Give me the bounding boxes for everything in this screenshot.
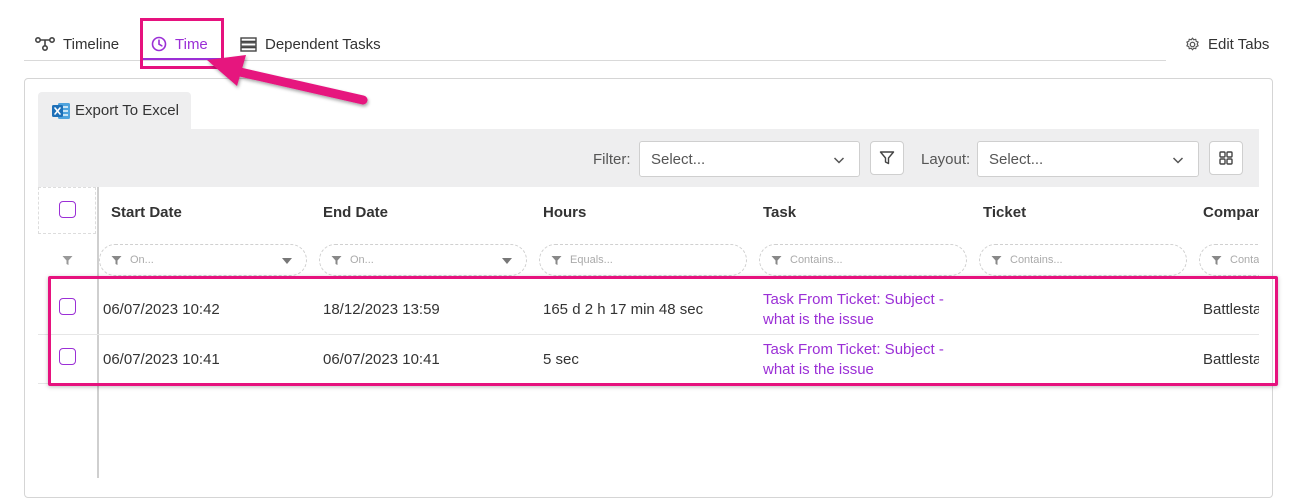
filter-company-clip: Contains... bbox=[1195, 244, 1259, 276]
filter-icon bbox=[111, 256, 122, 265]
layout-label: Layout: bbox=[921, 151, 971, 168]
export-to-excel-label: Export To Excel bbox=[75, 102, 179, 119]
tab-timeline[interactable]: Timeline bbox=[35, 30, 119, 58]
row-filter-icon bbox=[62, 256, 73, 265]
filter-end-date[interactable]: On... bbox=[319, 244, 527, 276]
timeline-icon bbox=[35, 37, 55, 52]
filter-company-placeholder: Contains... bbox=[1230, 254, 1259, 266]
column-header-company[interactable]: Company bbox=[1203, 204, 1259, 221]
chevron-down-icon bbox=[1172, 157, 1184, 164]
caret-down-icon bbox=[502, 258, 512, 264]
filter-hours[interactable]: Equals... bbox=[539, 244, 747, 276]
filter-company[interactable]: Contains... bbox=[1199, 244, 1259, 276]
export-to-excel-button[interactable]: Export To Excel bbox=[38, 92, 191, 129]
filter-task-placeholder: Contains... bbox=[790, 254, 843, 266]
annotation-highlight-rows bbox=[48, 276, 1278, 386]
annotation-arrow bbox=[207, 55, 368, 105]
column-header-hours[interactable]: Hours bbox=[543, 204, 586, 221]
column-header-ticket[interactable]: Ticket bbox=[983, 204, 1026, 221]
excel-icon bbox=[52, 102, 70, 119]
column-header-start-date[interactable]: Start Date bbox=[111, 204, 182, 221]
column-header-company-clip: Company bbox=[1195, 204, 1259, 224]
filter-select[interactable]: Select... bbox=[639, 141, 860, 177]
layout-options-button[interactable] bbox=[1209, 141, 1243, 175]
gear-icon bbox=[1186, 37, 1199, 51]
filter-hours-placeholder: Equals... bbox=[570, 254, 613, 266]
grid-layout-icon bbox=[1219, 151, 1233, 165]
column-header-task[interactable]: Task bbox=[763, 204, 796, 221]
filter-icon bbox=[1211, 256, 1222, 265]
edit-tabs-label: Edit Tabs bbox=[1208, 36, 1270, 53]
column-header-end-date[interactable]: End Date bbox=[323, 204, 388, 221]
filter-start-date[interactable]: On... bbox=[99, 244, 307, 276]
filter-select-value: Select... bbox=[651, 150, 706, 168]
edit-tabs-button[interactable]: Edit Tabs bbox=[1185, 36, 1269, 53]
filter-end-date-placeholder: On... bbox=[350, 254, 374, 266]
filter-label: Filter: bbox=[593, 151, 631, 168]
filter-ticket[interactable]: Contains... bbox=[979, 244, 1187, 276]
layout-select[interactable]: Select... bbox=[977, 141, 1199, 177]
filter-task[interactable]: Contains... bbox=[759, 244, 967, 276]
filter-ticket-placeholder: Contains... bbox=[1010, 254, 1063, 266]
filter-icon bbox=[551, 256, 562, 265]
apply-filter-button[interactable] bbox=[870, 141, 904, 175]
filter-start-date-placeholder: On... bbox=[130, 254, 154, 266]
layout-select-value: Select... bbox=[989, 150, 1044, 168]
tab-timeline-label: Timeline bbox=[63, 35, 120, 53]
filter-icon bbox=[771, 256, 782, 265]
select-all-checkbox[interactable] bbox=[59, 201, 76, 218]
filter-icon bbox=[879, 151, 895, 165]
chevron-down-icon bbox=[833, 157, 845, 164]
filter-icon bbox=[331, 256, 342, 265]
caret-down-icon bbox=[282, 258, 292, 264]
filter-icon bbox=[991, 256, 1002, 265]
